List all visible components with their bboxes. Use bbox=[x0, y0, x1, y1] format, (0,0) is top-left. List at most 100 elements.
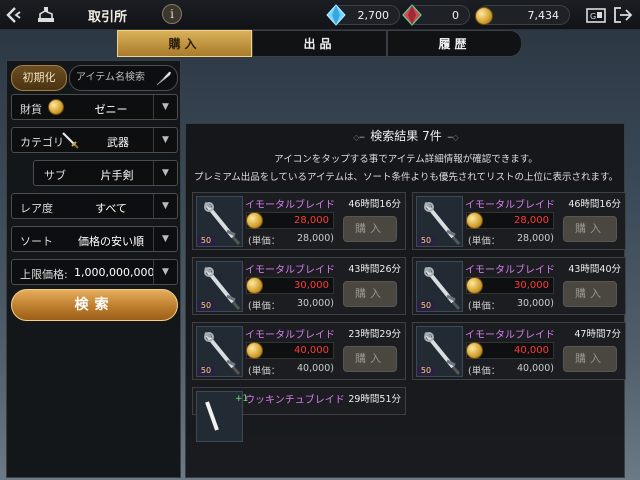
filter-panel: 初期化 アイテム名検索 財貨 ゼニー ▼ カテゴリ 武器 ▼ サブ 片手剣 ▼ … bbox=[6, 60, 181, 478]
item-price: 30,000 bbox=[294, 280, 329, 291]
listing-card: 50 イモータルブレイド 47時間7分 40,000 (単価： 40,000) 購入 bbox=[412, 322, 626, 380]
category-filter[interactable]: カテゴリ 武器 ▼ bbox=[11, 127, 178, 153]
zeny-coin-icon bbox=[48, 99, 64, 115]
unit-price-label: (単価： bbox=[468, 301, 501, 312]
buy-button[interactable]: 購入 bbox=[563, 216, 617, 242]
zeny-coin-icon bbox=[466, 212, 483, 229]
item-name: イモータルブレイド bbox=[465, 330, 555, 341]
unit-price-value: 40,000) bbox=[297, 363, 334, 374]
currency-crystal-blue: 2,700 bbox=[326, 4, 400, 26]
item-thumbnail[interactable]: 50 bbox=[416, 326, 463, 377]
price-box: 40,000 bbox=[246, 342, 334, 359]
zeny-coin-icon bbox=[466, 277, 483, 294]
unit-price-label: (単価： bbox=[468, 236, 501, 247]
item-name: ウッキンチュブレイド bbox=[245, 395, 345, 406]
dropdown-arrow-icon: ▼ bbox=[153, 260, 177, 284]
rarity-filter-label: レア度 bbox=[20, 202, 53, 215]
price-box: 28,000 bbox=[246, 212, 334, 229]
unit-price-label: (単価： bbox=[248, 301, 281, 312]
item-thumbnail[interactable]: 50 bbox=[416, 261, 463, 312]
back-icon[interactable] bbox=[6, 6, 26, 24]
sort-filter-label: ソート bbox=[20, 235, 53, 248]
currency-zeny: 7,434 bbox=[475, 5, 570, 25]
currency-filter[interactable]: 財貨 ゼニー ▼ bbox=[11, 94, 178, 120]
dropdown-arrow-icon: ▼ bbox=[153, 95, 177, 119]
zeny-coin-icon bbox=[466, 342, 483, 359]
item-level: 50 bbox=[417, 301, 435, 311]
blue-crystal-count: 2,700 bbox=[357, 9, 390, 22]
item-price: 28,000 bbox=[514, 215, 549, 226]
buy-button[interactable]: 購入 bbox=[563, 346, 617, 372]
info-button[interactable]: i bbox=[162, 4, 182, 24]
unit-price-value: 28,000) bbox=[517, 233, 554, 244]
subcategory-filter-value: 片手剣 bbox=[100, 169, 134, 182]
tab-buy[interactable]: 購入 bbox=[117, 30, 252, 57]
results-count: 検索結果 7件 bbox=[370, 129, 442, 143]
zeny-count: 7,434 bbox=[527, 9, 560, 22]
unit-price-label: (単価： bbox=[248, 236, 281, 247]
max-price-filter[interactable]: 上限価格: 1,000,000,000 ▼ bbox=[11, 259, 178, 285]
red-crystal-count: 0 bbox=[452, 9, 459, 22]
max-price-value: 1,000,000,000 bbox=[74, 266, 155, 279]
dropdown-arrow-icon: ▼ bbox=[153, 128, 177, 152]
rarity-filter-value: すべて bbox=[95, 202, 127, 215]
listing-card: +1 ウッキンチュブレイド 29時間51分 bbox=[192, 387, 406, 442]
subcategory-filter-label: サブ bbox=[44, 169, 66, 182]
unit-price-value: 28,000) bbox=[297, 233, 334, 244]
time-remaining: 29時間51分 bbox=[348, 394, 401, 405]
tab-history[interactable]: 履歴 bbox=[387, 30, 522, 57]
item-level: 50 bbox=[197, 301, 215, 311]
item-thumbnail[interactable]: 50 bbox=[196, 261, 243, 312]
dropdown-arrow-icon: ▼ bbox=[153, 161, 177, 185]
gold-coin-icon bbox=[475, 7, 493, 25]
search-button[interactable]: 検索 bbox=[11, 289, 178, 321]
item-name: イモータルブレイド bbox=[245, 265, 335, 276]
item-name: イモータルブレイド bbox=[245, 330, 335, 341]
item-thumbnail[interactable]: 50 bbox=[196, 196, 243, 247]
time-remaining: 43時間40分 bbox=[568, 264, 621, 275]
home-icon[interactable] bbox=[36, 5, 56, 25]
buy-button[interactable]: 購入 bbox=[563, 281, 617, 307]
item-thumbnail[interactable]: 50 bbox=[196, 326, 243, 377]
card-exchange-icon[interactable]: G bbox=[586, 6, 606, 24]
price-box: 30,000 bbox=[466, 277, 554, 294]
reset-button[interactable]: 初期化 bbox=[11, 65, 67, 91]
price-box: 40,000 bbox=[466, 342, 554, 359]
item-thumbnail[interactable]: +1 bbox=[196, 391, 248, 442]
sword-icon bbox=[62, 132, 79, 149]
listing-card: 50 イモータルブレイド 23時間29分 40,000 (単価： 40,000) 購入 bbox=[192, 322, 406, 380]
listing-card: 50 イモータルブレイド 46時間16分 28,000 (単価： 28,000) 購入 bbox=[192, 192, 406, 250]
item-name: イモータルブレイド bbox=[245, 200, 335, 211]
item-price: 28,000 bbox=[294, 215, 329, 226]
listing-card: 50 イモータルブレイド 43時間26分 30,000 (単価： 30,000) 購入 bbox=[192, 257, 406, 315]
subcategory-filter[interactable]: サブ 片手剣 ▼ bbox=[33, 160, 178, 186]
rarity-filter[interactable]: レア度 すべて ▼ bbox=[11, 193, 178, 219]
item-level: 50 bbox=[197, 366, 215, 376]
buy-button[interactable]: 購入 bbox=[343, 346, 397, 372]
item-name-search-label: アイテム名検索 bbox=[76, 72, 145, 83]
tab-sell[interactable]: 出品 bbox=[252, 30, 387, 57]
time-remaining: 23時間29分 bbox=[348, 329, 401, 340]
buy-button[interactable]: 購入 bbox=[343, 281, 397, 307]
item-price: 40,000 bbox=[294, 345, 329, 356]
item-level: 50 bbox=[417, 366, 435, 376]
item-price: 30,000 bbox=[514, 280, 549, 291]
zeny-coin-icon bbox=[246, 277, 263, 294]
item-name-search[interactable]: アイテム名検索 bbox=[69, 65, 178, 91]
listing-card: 50 イモータルブレイド 43時間40分 30,000 (単価： 30,000) 購入 bbox=[412, 257, 626, 315]
top-bar: 取引所 i 2,700 0 7,434 G bbox=[0, 0, 640, 30]
dropdown-arrow-icon: ▼ bbox=[153, 194, 177, 218]
page-title: 取引所 bbox=[88, 10, 128, 25]
item-thumbnail[interactable]: 50 bbox=[416, 196, 463, 247]
unit-price-value: 30,000) bbox=[517, 298, 554, 309]
buy-button[interactable]: 購入 bbox=[343, 216, 397, 242]
item-name: イモータルブレイド bbox=[465, 265, 555, 276]
item-price: 40,000 bbox=[514, 345, 549, 356]
exit-icon[interactable] bbox=[613, 6, 633, 24]
sort-filter[interactable]: ソート 価格の安い順 ▼ bbox=[11, 226, 178, 252]
results-title: ◇━ 検索結果 7件 ━◇ bbox=[353, 129, 459, 143]
currency-crystal-red: 0 bbox=[402, 4, 470, 26]
dropdown-arrow-icon: ▼ bbox=[153, 227, 177, 251]
time-remaining: 47時間7分 bbox=[574, 329, 621, 340]
time-remaining: 46時間16分 bbox=[568, 199, 621, 210]
